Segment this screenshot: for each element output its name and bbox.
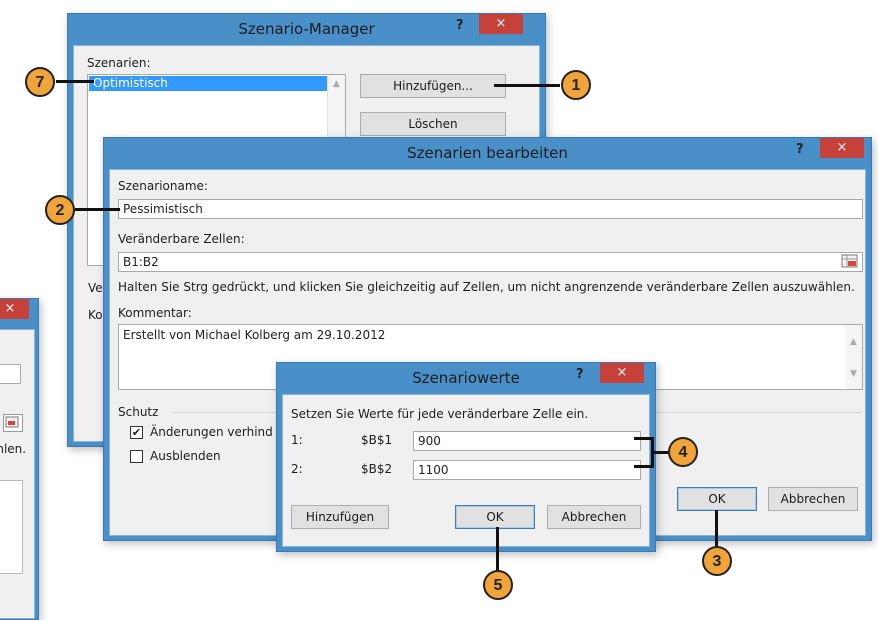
row-cell-1: $B$1 — [361, 433, 393, 447]
callout-line-2 — [75, 208, 120, 211]
comment-scrollbar[interactable]: ▲ ▼ — [845, 325, 862, 389]
partial-label-comment: Ko — [88, 308, 103, 322]
help-icon[interactable]: ? — [456, 18, 464, 33]
close-button[interactable]: × — [820, 138, 864, 158]
changing-cells-label: Veränderbare Zellen: — [118, 232, 245, 246]
comment-label: Kommentar: — [118, 306, 192, 320]
titlebar: Szenarien bearbeiten ? × — [104, 138, 871, 168]
value-input-2[interactable]: 1100 — [413, 460, 641, 480]
help-icon[interactable]: ? — [576, 367, 584, 382]
window-title: Szenario-Manager — [238, 20, 375, 38]
window-title: Szenariowerte — [412, 369, 520, 387]
callout-line-1 — [494, 84, 560, 87]
callout-badge-1: 1 — [561, 70, 591, 100]
protection-label: Schutz — [118, 405, 159, 419]
scroll-down-icon[interactable]: ▼ — [845, 369, 862, 379]
callout-line-5 — [496, 527, 499, 571]
row-index-2: 2: — [291, 462, 303, 476]
comment-text: Erstellt von Michael Kolberg am 29.10.20… — [123, 328, 386, 342]
cancel-button[interactable]: Abbrechen — [768, 487, 858, 511]
scroll-up-icon[interactable]: ▲ — [328, 79, 345, 89]
window-title: Szenarien bearbeiten — [407, 144, 568, 162]
callout-line-4 — [651, 451, 669, 454]
scenario-values-client: Setzen Sie Werte für jede veränderbare Z… — [282, 394, 650, 547]
callout-badge-7: 7 — [25, 67, 55, 97]
scenario-name-input[interactable]: Pessimistisch — [118, 199, 863, 219]
close-button[interactable]: × — [0, 299, 29, 319]
help-icon[interactable]: ? — [796, 142, 804, 157]
close-button[interactable]: × — [479, 14, 523, 34]
titlebar: Szenariowerte ? × — [277, 363, 655, 393]
close-button[interactable]: × — [600, 363, 644, 383]
row-cell-2: $B$2 — [361, 462, 393, 476]
prevent-changes-label: Änderungen verhind — [150, 425, 273, 439]
callout-badge-2: 2 — [45, 195, 75, 225]
partial-label-changing-cells: Ve — [88, 281, 103, 295]
cell-picker-icon[interactable] — [3, 414, 23, 432]
callout-line-3 — [715, 510, 718, 546]
callout-badge-4: 4 — [668, 437, 698, 467]
scroll-up-icon[interactable]: ▲ — [845, 337, 862, 347]
row-index-1: 1: — [291, 433, 303, 447]
background-dialog: × ählen. — [0, 298, 39, 620]
changing-cells-input[interactable]: B1:B2 — [118, 252, 863, 272]
instruction-text: Setzen Sie Werte für jede veränderbare Z… — [291, 407, 589, 421]
prevent-changes-checkbox[interactable]: ✔ — [130, 426, 143, 439]
list-item-optimistisch[interactable]: Optimistisch — [89, 76, 329, 91]
hide-checkbox[interactable] — [130, 450, 143, 463]
value-input-1[interactable]: 900 — [413, 431, 641, 451]
callout-line-7 — [56, 80, 94, 83]
titlebar: Szenario-Manager ? × — [68, 14, 545, 44]
callout-badge-3: 3 — [702, 546, 732, 576]
partial-list — [0, 480, 23, 574]
add-button[interactable]: Hinzufügen... — [360, 74, 506, 98]
scenario-values-dialog: Szenariowerte ? × Setzen Sie Werte für j… — [276, 362, 656, 552]
background-dialog-client: ählen. — [0, 329, 35, 619]
ok-button[interactable]: OK — [677, 487, 757, 511]
partial-input[interactable] — [0, 364, 21, 384]
delete-button[interactable]: Löschen — [360, 112, 506, 136]
hide-label: Ausblenden — [150, 449, 221, 463]
add-button[interactable]: Hinzufügen — [291, 505, 389, 529]
partial-text: ählen. — [0, 442, 27, 456]
ok-button[interactable]: OK — [455, 505, 535, 529]
hint-text: Halten Sie Strg gedrückt, und klicken Si… — [118, 280, 855, 294]
cancel-button[interactable]: Abbrechen — [547, 505, 641, 529]
scenario-name-label: Szenarioname: — [118, 179, 208, 193]
cell-picker-icon[interactable] — [841, 254, 859, 269]
scenarios-label: Szenarien: — [87, 56, 151, 70]
callout-badge-5: 5 — [483, 570, 513, 600]
